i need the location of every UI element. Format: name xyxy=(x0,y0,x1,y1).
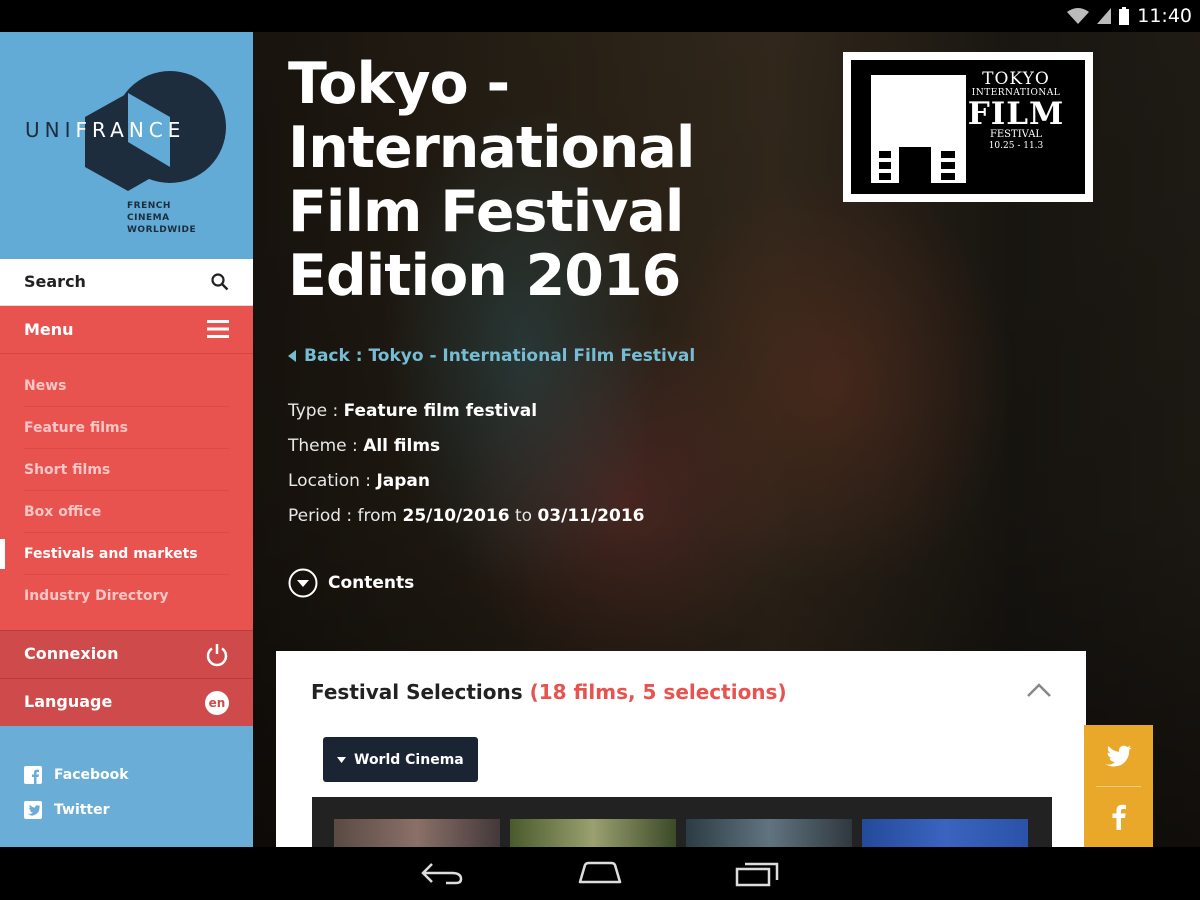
logo-wordmark: UNIFRANCE xyxy=(25,118,186,142)
battery-icon xyxy=(1119,7,1130,25)
selection-filter-dropdown[interactable]: World Cinema xyxy=(323,737,478,782)
facebook-icon xyxy=(24,765,42,784)
chevron-up-icon[interactable] xyxy=(1027,683,1051,697)
menu-item-news[interactable]: News xyxy=(0,365,253,407)
power-icon xyxy=(206,644,228,667)
back-link-label: Back : Tokyo - International Film Festiv… xyxy=(304,346,696,366)
festival-details: Type : Feature film festival Theme : All… xyxy=(288,394,645,534)
search-icon[interactable] xyxy=(211,273,229,291)
caret-down-icon xyxy=(337,756,346,763)
twitter-link[interactable]: Twitter xyxy=(24,792,129,827)
sidebar: UNIFRANCE FRENCH CINEMA WORLDWIDE Search… xyxy=(0,32,253,847)
menu-item-feature-films[interactable]: Feature films xyxy=(0,407,253,449)
connexion-label: Connexion xyxy=(24,644,119,663)
chevron-down-circle-icon xyxy=(288,568,318,598)
film-thumbnail[interactable] xyxy=(334,819,500,847)
menu-header[interactable]: Menu xyxy=(0,306,253,354)
festival-page: Tokyo - International Film Festival Edit… xyxy=(253,32,1200,847)
signal-icon xyxy=(1097,8,1112,24)
menu-title: Menu xyxy=(24,320,74,339)
social-links: Facebook Twitter xyxy=(24,757,129,827)
main-menu: Menu News Feature films Short films Box … xyxy=(0,306,253,630)
menu-item-short-films[interactable]: Short films xyxy=(0,449,253,491)
selection-filter-label: World Cinema xyxy=(354,751,464,768)
language-label: Language xyxy=(24,692,113,711)
festival-logo-text: TOKYO INTERNATIONAL FILM FESTIVAL 10.25 … xyxy=(967,69,1065,151)
film-frame-icon xyxy=(871,75,966,183)
festival-selections-panel: Festival Selections (18 films, 5 selecti… xyxy=(276,651,1086,847)
film-thumbnail[interactable] xyxy=(686,819,852,847)
menu-list: News Feature films Short films Box offic… xyxy=(0,365,253,617)
twitter-icon xyxy=(24,800,42,819)
twitter-icon xyxy=(1104,745,1131,767)
share-bar xyxy=(1084,725,1153,847)
status-icons: 11:40 xyxy=(1067,0,1192,32)
festival-location: Location : Japan xyxy=(288,471,430,491)
home-icon[interactable] xyxy=(577,861,623,885)
clock: 11:40 xyxy=(1137,5,1192,27)
menu-item-box-office[interactable]: Box office xyxy=(0,491,253,533)
twitter-label: Twitter xyxy=(54,801,110,818)
contents-label: Contents xyxy=(328,573,415,593)
selections-count: (18 films, 5 selections) xyxy=(529,680,787,704)
film-thumbnail[interactable] xyxy=(862,819,1028,847)
share-twitter-button[interactable] xyxy=(1084,725,1153,786)
status-bar: 11:40 xyxy=(0,0,1200,32)
contents-button[interactable]: Contents xyxy=(288,568,414,598)
unifrance-logo[interactable]: UNIFRANCE FRENCH CINEMA WORLDWIDE xyxy=(0,32,253,259)
festival-period: Period : from 25/10/2016 to 03/11/2016 xyxy=(288,506,645,526)
festival-title: Tokyo - International Film Festival Edit… xyxy=(288,51,695,309)
back-link[interactable]: Back : Tokyo - International Film Festiv… xyxy=(288,346,695,366)
facebook-label: Facebook xyxy=(54,766,129,783)
logo-tagline: FRENCH CINEMA WORLDWIDE xyxy=(127,201,197,235)
navigation-bar xyxy=(0,847,1200,900)
selections-title: Festival Selections (18 films, 5 selecti… xyxy=(311,680,787,704)
wifi-icon xyxy=(1067,8,1090,24)
festival-type: Type : Feature film festival xyxy=(288,401,538,421)
festival-theme: Theme : All films xyxy=(288,436,441,456)
language-code-badge: en xyxy=(205,691,229,715)
film-thumbnail[interactable] xyxy=(510,819,676,847)
recent-apps-icon[interactable] xyxy=(735,861,779,887)
search-label: Search xyxy=(24,272,86,291)
menu-item-festivals-and-markets[interactable]: Festivals and markets xyxy=(0,533,253,575)
festival-logo: TOKYO INTERNATIONAL FILM FESTIVAL 10.25 … xyxy=(843,52,1093,202)
hamburger-icon[interactable] xyxy=(207,320,229,338)
connexion-button[interactable]: Connexion xyxy=(0,630,253,678)
search-row[interactable]: Search xyxy=(0,259,253,306)
language-button[interactable]: Language en xyxy=(0,678,253,726)
menu-item-industry-directory[interactable]: Industry Directory xyxy=(0,575,253,617)
back-icon[interactable] xyxy=(420,861,464,885)
facebook-icon xyxy=(1112,804,1126,830)
film-thumbnail-row xyxy=(312,797,1052,847)
share-facebook-button[interactable] xyxy=(1084,786,1153,847)
facebook-link[interactable]: Facebook xyxy=(24,757,129,792)
chevron-left-icon xyxy=(288,350,296,362)
